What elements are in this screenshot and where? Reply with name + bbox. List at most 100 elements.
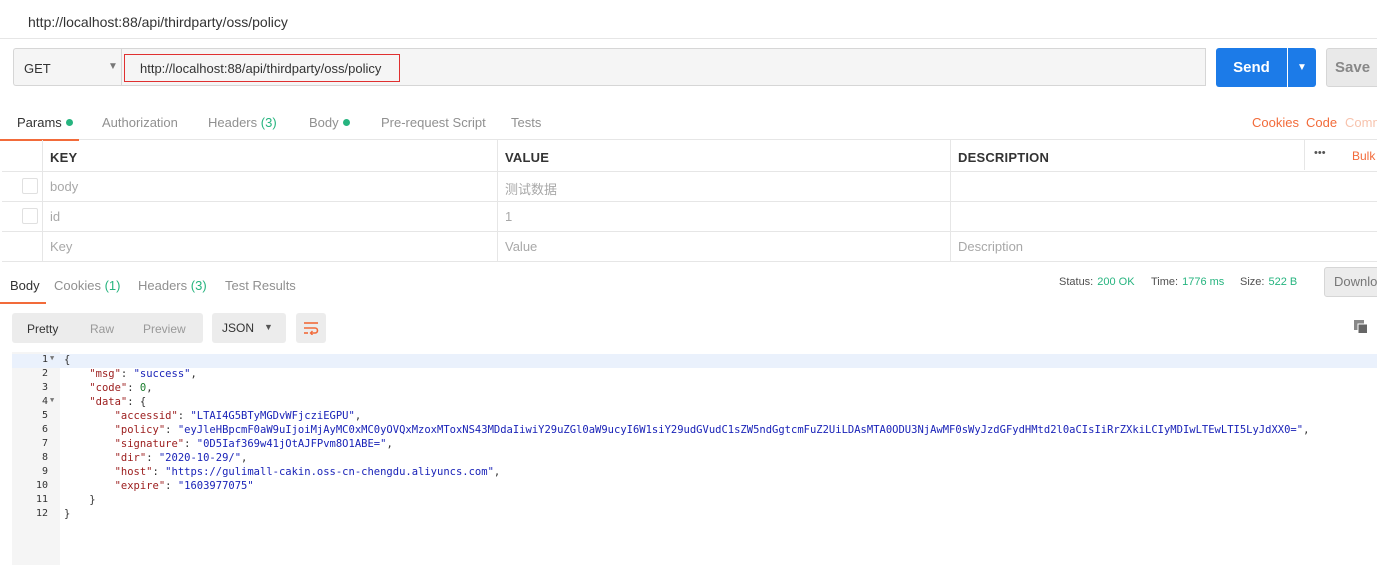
status-info: Status: 200 OK	[1059, 276, 1135, 288]
size-value: 522 B	[1268, 276, 1298, 288]
format-value: JSON	[222, 321, 255, 335]
request-tabs: Params Authorization Headers (3) Body Pr…	[0, 101, 1377, 141]
fold-chevron-icon[interactable]: ▼	[50, 354, 58, 362]
table-row-new: Key Value Description	[2, 231, 1377, 262]
more-icon[interactable]: •••	[1314, 147, 1326, 159]
code-line: }	[64, 494, 96, 506]
code-value: 0	[139, 382, 147, 394]
method-select[interactable]: GET ▼	[13, 48, 121, 86]
code-line: "data": {	[89, 396, 147, 408]
code-link[interactable]: Code	[1306, 115, 1337, 130]
code-line: "policy": "eyJleHBpcmF0aW9uIjoiMjAyMC0xM…	[114, 424, 1310, 436]
time-label: Time:	[1151, 276, 1179, 288]
tab-test-results[interactable]: Test Results	[225, 278, 296, 293]
tab-cookies-count: (1)	[104, 278, 121, 293]
value-cell: 1	[497, 201, 950, 231]
key-cell: Key	[42, 231, 497, 261]
tab-response-headers[interactable]: Headers (3)	[138, 278, 207, 293]
comments-link[interactable]: Comm	[1345, 115, 1377, 130]
code-line: {	[64, 354, 71, 366]
cookies-link[interactable]: Cookies	[1252, 115, 1299, 130]
signature-value: 0D5Iaf369w41jOtAJFPvm8O1ABE=	[203, 438, 381, 450]
param-key[interactable]: body	[50, 179, 78, 194]
tab-headers[interactable]: Headers (3)	[208, 115, 277, 130]
description-cell: Description	[950, 231, 1377, 261]
line-number: 4	[41, 396, 48, 407]
download-button[interactable]: Downlo	[1324, 267, 1377, 297]
tab-headers-label: Headers	[208, 115, 258, 130]
url-value: http://localhost:88/api/thirdparty/oss/p…	[140, 61, 382, 76]
chevron-down-icon: ▼	[1297, 62, 1307, 73]
wrap-lines-button[interactable]	[296, 313, 326, 343]
key-cell: id	[42, 201, 497, 231]
save-button[interactable]: Save	[1326, 48, 1377, 87]
code-line: "code": 0,	[89, 382, 153, 394]
preview-button[interactable]: Preview	[143, 322, 186, 336]
copy-icon[interactable]	[1354, 320, 1368, 337]
send-button[interactable]: Send	[1216, 48, 1287, 87]
key-header-cell: KEY	[42, 140, 497, 171]
line-number: 12	[35, 508, 48, 519]
tab-params[interactable]: Params	[0, 115, 79, 141]
fold-chevron-icon[interactable]: ▼	[50, 396, 58, 404]
request-tab-title[interactable]: http://localhost:88/api/thirdparty/oss/p…	[28, 14, 288, 30]
chevron-down-icon: ▼	[108, 61, 118, 72]
host-value: https://gulimall-cakin.oss-cn-chengdu.al…	[171, 466, 488, 478]
pretty-button[interactable]: Pretty	[27, 322, 58, 336]
param-key[interactable]: id	[50, 209, 60, 224]
time-info: Time: 1776 ms	[1151, 276, 1224, 288]
response-editor[interactable]: 1 ▼ 2 3 4 ▼ 5 6 7 8 9 10 11 12 { "msg": "success", "c…	[12, 352, 1377, 565]
param-value[interactable]: 1	[505, 209, 512, 224]
view-mode-group: Pretty Raw Preview	[12, 313, 203, 343]
send-options-button[interactable]: ▼	[1288, 48, 1316, 87]
description-placeholder[interactable]: Description	[958, 239, 1023, 254]
dir-value: 2020-10-29/	[165, 452, 235, 464]
wrap-icon	[304, 322, 319, 335]
description-cell	[950, 201, 1377, 231]
tab-response-body[interactable]: Body	[0, 278, 46, 304]
tab-pre-request-script[interactable]: Pre-request Script	[381, 115, 486, 130]
table-row: id 1	[2, 201, 1377, 232]
description-cell	[950, 171, 1377, 201]
method-value: GET	[24, 61, 51, 76]
code-line: "expire": "1603977075"	[114, 480, 254, 492]
line-number: 2	[41, 368, 48, 379]
tab-cookies-label: Cookies	[54, 278, 101, 293]
code-line: "accessid": "LTAI4G5BTyMGDvWFjcziEGPU",	[114, 410, 362, 422]
value-header-cell: VALUE	[497, 140, 950, 171]
chevron-down-icon: ▼	[264, 322, 273, 332]
row-checkbox[interactable]	[22, 208, 38, 224]
active-dot-icon	[65, 119, 73, 126]
line-number: 1	[41, 354, 48, 365]
key-placeholder[interactable]: Key	[50, 239, 72, 254]
request-tab-bar: http://localhost:88/api/thirdparty/oss/p…	[0, 0, 1377, 39]
tab-tests[interactable]: Tests	[511, 115, 541, 130]
expire-value: 1603977075	[184, 480, 248, 492]
param-value[interactable]: 测试数据	[505, 179, 557, 198]
active-line-highlight	[12, 354, 1377, 368]
tab-headers-count: (3)	[190, 278, 207, 293]
tab-response-cookies[interactable]: Cookies (1)	[54, 278, 120, 293]
tab-headers-count: (3)	[260, 115, 277, 130]
line-number: 6	[41, 424, 48, 435]
tab-body[interactable]: Body	[309, 115, 350, 130]
key-cell: body	[42, 171, 497, 201]
line-number: 5	[41, 410, 48, 421]
bulk-edit-link[interactable]: Bulk	[1352, 149, 1375, 163]
accessid-value: LTAI4G5BTyMGDvWFjcziEGPU	[196, 410, 349, 422]
status-label: Status:	[1059, 276, 1094, 288]
tab-authorization[interactable]: Authorization	[102, 115, 178, 130]
value-placeholder[interactable]: Value	[505, 239, 537, 254]
value-cell: Value	[497, 231, 950, 261]
url-input[interactable]: http://localhost:88/api/thirdparty/oss/p…	[121, 48, 1206, 86]
active-dot-icon	[342, 119, 350, 126]
description-header: DESCRIPTION	[958, 150, 1050, 165]
format-select[interactable]: JSON ▼	[212, 313, 286, 343]
code-line: "dir": "2020-10-29/",	[114, 452, 248, 464]
row-checkbox[interactable]	[22, 178, 38, 194]
line-number: 11	[35, 494, 48, 505]
raw-button[interactable]: Raw	[90, 322, 114, 336]
msg-value: success	[139, 368, 185, 380]
line-number: 10	[35, 480, 48, 491]
policy-value: eyJleHBpcmF0aW9uIjoiMjAyMC0xMC0yOVQxMzox…	[184, 424, 1297, 436]
